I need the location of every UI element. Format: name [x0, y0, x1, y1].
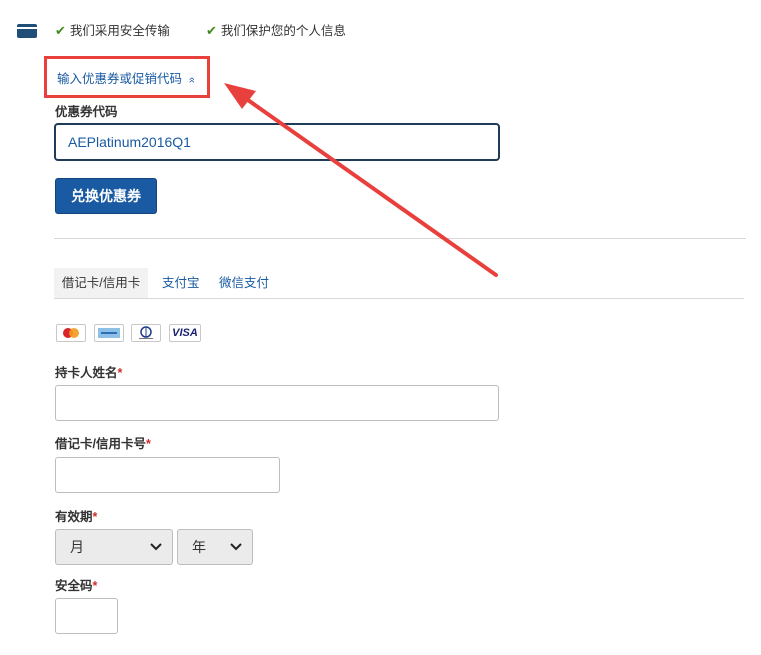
- cardholder-name-label: 持卡人姓名*: [55, 362, 122, 381]
- cvv-input[interactable]: [55, 598, 118, 634]
- cardholder-name-label-text: 持卡人姓名: [55, 366, 118, 380]
- required-marker: *: [92, 510, 98, 524]
- mastercard-icon: [56, 324, 86, 342]
- tab-alipay[interactable]: 支付宝: [162, 268, 200, 298]
- section-divider: [54, 238, 746, 239]
- expiry-label-text: 有效期: [55, 510, 93, 524]
- check-icon: ✔: [55, 23, 66, 38]
- expiry-month-select[interactable]: 月: [55, 529, 173, 565]
- expiry-year-select[interactable]: 年: [177, 529, 253, 565]
- redeem-coupon-button[interactable]: 兑换优惠券: [55, 178, 157, 214]
- chevron-down-icon: [150, 540, 162, 554]
- check-icon: ✔: [206, 23, 217, 38]
- cardholder-name-input[interactable]: [55, 385, 499, 421]
- annotation-highlight-box: [44, 56, 210, 98]
- required-marker: *: [117, 366, 123, 380]
- credit-card-icon: [17, 24, 37, 38]
- month-value: 月: [70, 539, 84, 555]
- required-marker: *: [145, 437, 151, 451]
- required-marker: *: [92, 579, 98, 593]
- card-number-label: 借记卡/信用卡号*: [55, 433, 151, 452]
- tab-wechat-pay[interactable]: 微信支付: [219, 268, 269, 298]
- card-number-label-text: 借记卡/信用卡号: [55, 437, 146, 451]
- cvv-label-text: 安全码: [55, 579, 93, 593]
- coupon-code-input[interactable]: [54, 123, 500, 161]
- coupon-code-label: 优惠券代码: [55, 105, 118, 119]
- expiry-label: 有效期*: [55, 506, 97, 525]
- badge-text: 我们保护您的个人信息: [220, 24, 346, 38]
- badge-text: 我们采用安全传输: [69, 24, 170, 38]
- privacy-badge: ✔ 我们保护您的个人信息: [206, 20, 346, 39]
- secure-transfer-badge: ✔ 我们采用安全传输: [55, 20, 170, 39]
- amex-icon: [94, 324, 124, 342]
- visa-icon: VISA: [169, 324, 201, 342]
- year-value: 年: [192, 539, 206, 555]
- tab-card[interactable]: 借记卡/信用卡: [54, 268, 148, 298]
- card-number-input[interactable]: [55, 457, 280, 493]
- cvv-label: 安全码*: [55, 575, 97, 594]
- diners-club-icon: [131, 324, 161, 342]
- tabs-underline: [54, 298, 744, 299]
- chevron-down-icon: [230, 540, 242, 554]
